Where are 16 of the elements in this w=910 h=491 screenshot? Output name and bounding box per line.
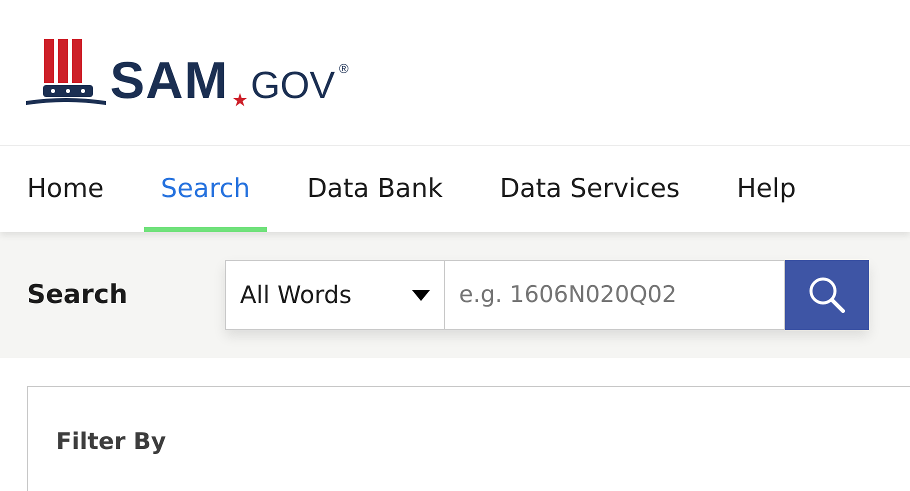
search-field[interactable]: e.g. 1606N020Q02 — [445, 260, 785, 330]
nav-tab[interactable]: Data Bank — [290, 146, 460, 232]
nav-tab[interactable]: Home — [10, 146, 121, 232]
nav-tab[interactable]: Help — [720, 146, 814, 232]
hat-logo-icon — [26, 38, 106, 106]
registered-mark: ® — [339, 60, 349, 76]
search-icon — [808, 276, 846, 314]
caret-icon — [412, 290, 430, 300]
search-button[interactable] — [785, 260, 869, 330]
logo-text: SAM — [110, 54, 229, 106]
scope-dropdown[interactable]: All Words — [225, 260, 445, 330]
search-label: Search — [27, 280, 129, 310]
star-icon — [232, 92, 247, 106]
nav-tab[interactable]: Data Services — [482, 146, 697, 232]
logo-text: GOV — [250, 66, 336, 104]
filter-title: Filter By — [56, 429, 166, 455]
